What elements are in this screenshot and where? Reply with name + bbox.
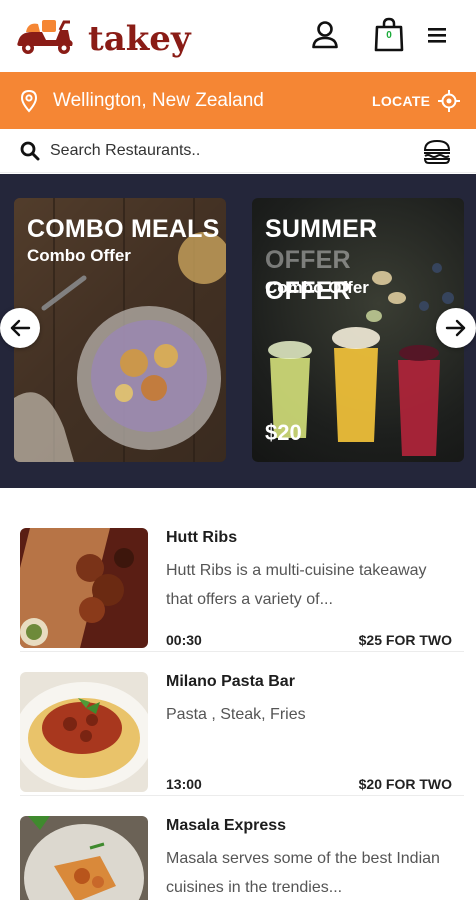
banner-title-main: SUMMER xyxy=(265,215,378,243)
delivery-time: 13:00 xyxy=(166,776,202,792)
search-input[interactable] xyxy=(50,136,410,166)
arrow-left-icon xyxy=(10,319,31,337)
restaurant-image xyxy=(20,528,148,648)
restaurant-name: Milano Pasta Bar xyxy=(166,673,295,690)
restaurant-description: Pasta , Steak, Fries xyxy=(166,706,306,723)
carousel-next-button[interactable] xyxy=(436,308,476,348)
hamburger-menu-icon xyxy=(428,28,446,43)
scooter-logo-icon xyxy=(17,20,73,54)
search-bar xyxy=(0,129,476,173)
arrow-right-icon xyxy=(445,319,466,337)
banner-combo-meals[interactable]: COMBO MEALS Combo Offer xyxy=(14,198,226,462)
banner-title-faded: OFFER xyxy=(265,246,351,274)
search-icon xyxy=(20,141,40,161)
restaurant-image xyxy=(20,672,148,792)
banner-subtitle: Combo Offer xyxy=(265,278,369,297)
logo-wordmark: takey xyxy=(88,19,191,59)
locate-label: LOCATE xyxy=(372,93,431,109)
banner-price: $20 xyxy=(265,420,302,445)
app-header: takey 0 xyxy=(0,0,476,72)
cart-count-badge: 0 xyxy=(386,30,392,41)
restaurant-card-masala-express[interactable]: Masala Express Masala serves some of the… xyxy=(20,796,464,900)
crosshair-icon xyxy=(438,90,461,112)
banner-title: COMBO MEALS xyxy=(27,215,220,243)
restaurant-name: Hutt Ribs xyxy=(166,529,238,546)
restaurant-name: Masala Express xyxy=(166,817,287,834)
restaurant-description: Masala serves some of the best Indian cu… xyxy=(166,850,440,896)
locate-button[interactable]: LOCATE xyxy=(372,88,461,114)
current-location[interactable]: Wellington, New Zealand xyxy=(53,89,264,113)
price-for-two: $25 FOR TWO xyxy=(358,632,452,648)
offers-carousel[interactable]: COMBO MEALS Combo Offer SUMMER OFFER OFF… xyxy=(0,174,476,488)
delivery-time: 00:30 xyxy=(166,632,202,648)
location-bar: Wellington, New Zealand LOCATE xyxy=(0,72,476,129)
carousel-prev-button[interactable] xyxy=(0,308,40,348)
banner-summer-offer[interactable]: SUMMER OFFER OFFER Combo Offer $20 xyxy=(252,198,464,462)
account-button[interactable] xyxy=(308,16,342,54)
restaurant-card-hutt-ribs[interactable]: Hutt Ribs Hutt Ribs is a multi-cuisine t… xyxy=(20,508,464,652)
takey-logo[interactable]: takey xyxy=(12,14,191,58)
burger-food-icon[interactable] xyxy=(422,139,452,165)
location-pin-icon xyxy=(20,89,38,113)
user-icon xyxy=(312,21,338,49)
restaurant-card-milano-pasta-bar[interactable]: Milano Pasta Bar Pasta , Steak, Fries 13… xyxy=(20,652,464,796)
restaurant-image xyxy=(20,816,148,900)
restaurant-description: Hutt Ribs is a multi-cuisine takeaway th… xyxy=(166,562,427,608)
banner-subtitle: Combo Offer xyxy=(27,246,131,265)
price-for-two: $20 FOR TWO xyxy=(358,776,452,792)
menu-button[interactable] xyxy=(420,16,454,54)
cart-button[interactable]: 0 xyxy=(372,16,406,54)
